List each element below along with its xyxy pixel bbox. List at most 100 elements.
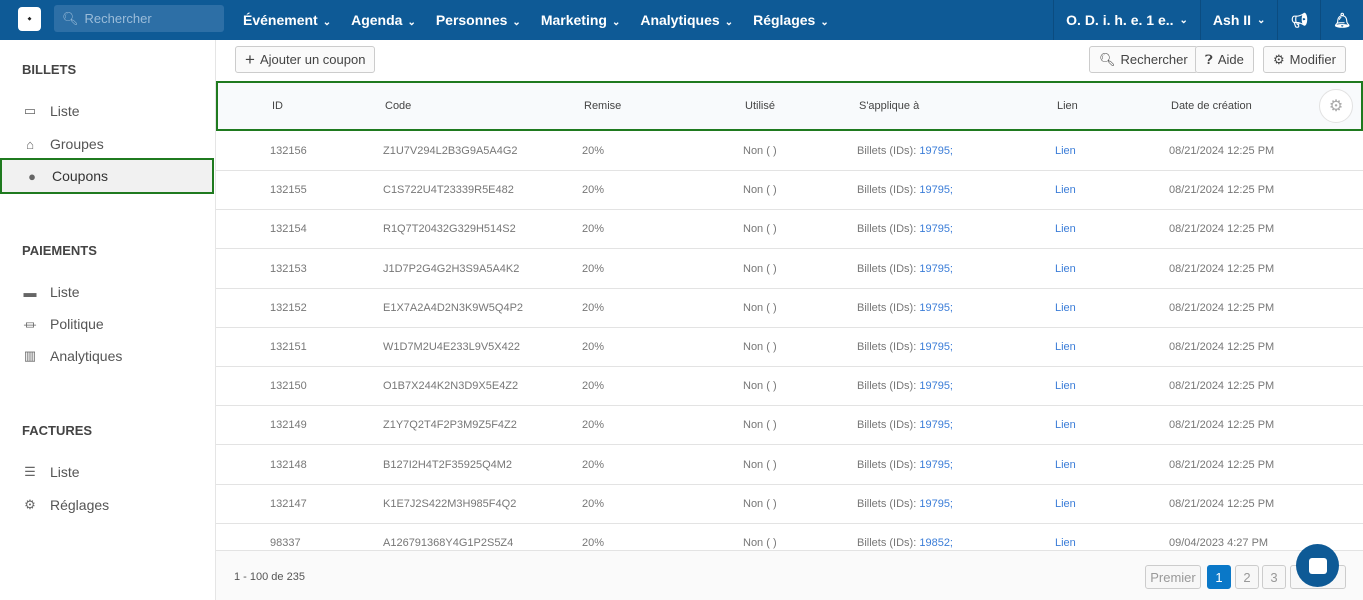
chevron-down-icon: ⌄ bbox=[512, 17, 521, 28]
table-cell: 20% bbox=[582, 223, 605, 236]
coupon-link[interactable]: Lien bbox=[1055, 459, 1076, 471]
table-cell: Z1Y7Q2T4F2P3M9Z5F4Z2 bbox=[383, 419, 517, 432]
table-row[interactable]: 132154 R1Q7T20432G329H514S2 20% Non ( ) Bill… bbox=[216, 210, 1363, 250]
table-cell: 132152 bbox=[270, 301, 307, 314]
column-header[interactable]: Utilisé bbox=[745, 100, 775, 112]
ticket-id-link[interactable]: 19795; bbox=[919, 184, 953, 196]
ticket-id-link[interactable]: 19795; bbox=[919, 459, 953, 471]
table-cell: Non ( ) bbox=[743, 458, 777, 471]
coupon-link[interactable]: Lien bbox=[1055, 537, 1076, 549]
page-3[interactable]: 3 bbox=[1262, 565, 1286, 589]
table-cell: Billets (IDs): 19795; bbox=[857, 341, 953, 353]
coupon-link[interactable]: Lien bbox=[1055, 341, 1076, 353]
column-header[interactable]: ID bbox=[272, 100, 283, 112]
nav-personnes[interactable]: Personnes ⌄ bbox=[436, 12, 521, 28]
bell-icon[interactable]: 🔔︎ bbox=[1320, 0, 1363, 40]
sidebar-item-groupes[interactable]: ⌂ Groupes bbox=[0, 126, 214, 162]
chat-icon bbox=[1308, 557, 1327, 574]
sidebar-item-politique[interactable]: ⏛ Politique bbox=[0, 306, 214, 342]
table-cell: 20% bbox=[582, 497, 605, 510]
ticket-id-link[interactable]: 19795; bbox=[919, 498, 953, 510]
table-cell: 08/21/2024 12:25 PM bbox=[1169, 262, 1275, 275]
ticket-id-link[interactable]: 19795; bbox=[919, 263, 953, 275]
global-search-input[interactable]: 🔍︎ Rechercher bbox=[54, 5, 224, 32]
coupon-icon: ● bbox=[28, 168, 36, 184]
page-2[interactable]: 2 bbox=[1235, 565, 1259, 589]
sidebar-item-analytiques[interactable]: ▥ Analytiques bbox=[0, 338, 214, 374]
megaphone-icon[interactable]: 📢︎ bbox=[1277, 0, 1320, 40]
page-premier[interactable]: Premier bbox=[1145, 565, 1201, 589]
help-button[interactable]: ❓︎ Aide bbox=[1195, 46, 1254, 73]
nav-événement[interactable]: Événement ⌄ bbox=[243, 12, 331, 28]
column-header[interactable]: Date de création bbox=[1171, 100, 1252, 112]
table-cell: 08/21/2024 12:25 PM bbox=[1169, 341, 1275, 353]
coupon-link[interactable]: Lien bbox=[1055, 498, 1076, 510]
sidebar-item-liste[interactable]: ☰ Liste bbox=[0, 454, 214, 490]
table-row[interactable]: 132153 J1D7P2G4G2H3S9A5A4K2 20% Non ( ) Bill… bbox=[216, 250, 1363, 289]
chat-button[interactable] bbox=[1296, 544, 1339, 587]
table-cell: Billets (IDs): 19795; bbox=[857, 497, 953, 510]
table-cell: Billets (IDs): 19795; bbox=[857, 145, 953, 157]
table-row[interactable]: 132148 B127I2H4T2F35925Q4M2 20% Non ( ) Bill… bbox=[216, 446, 1363, 485]
sidebar-item-liste[interactable]: ▬ Liste bbox=[0, 274, 214, 310]
table-cell: 132154 bbox=[270, 223, 307, 236]
chart-icon: ▥ bbox=[23, 348, 37, 363]
table-cell: Non ( ) bbox=[743, 537, 777, 549]
nav-agenda[interactable]: Agenda ⌄ bbox=[351, 12, 416, 28]
nav-analytiques[interactable]: Analytiques ⌄ bbox=[640, 12, 733, 28]
ticket-id-link[interactable]: 19795; bbox=[919, 302, 953, 314]
table-row[interactable]: 132150 O1B7X244K2N3D9X5E4Z2 20% Non ( ) Bill… bbox=[216, 367, 1363, 407]
sidebar-item-coupons[interactable]: ● Coupons bbox=[0, 158, 214, 194]
coupon-link[interactable]: Lien bbox=[1055, 380, 1076, 392]
ticket-id-link[interactable]: 19795; bbox=[919, 380, 953, 392]
column-settings-gear-icon[interactable]: ⚙ bbox=[1319, 89, 1353, 123]
table-row[interactable]: 132151 W1D7M2U4E233L9V5X422 20% Non ( ) Bill… bbox=[216, 328, 1363, 367]
table-row[interactable]: 132149 Z1Y7Q2T4F2P3M9Z5F4Z2 20% Non ( ) Bill… bbox=[216, 406, 1363, 446]
table-cell: O1B7X244K2N3D9X5E4Z2 bbox=[383, 380, 519, 393]
table-cell: 08/21/2024 12:25 PM bbox=[1169, 497, 1275, 510]
sidebar-item-réglages[interactable]: ⚙ Réglages bbox=[0, 487, 214, 523]
ticket-id-link[interactable]: 19852; bbox=[919, 537, 953, 549]
coupon-link[interactable]: Lien bbox=[1055, 263, 1076, 275]
ticket-id-link[interactable]: 19795; bbox=[919, 419, 953, 431]
table-cell: Billets (IDs): 19795; bbox=[857, 419, 953, 432]
coupon-link[interactable]: Lien bbox=[1055, 419, 1076, 431]
bank-icon: ⏛ bbox=[23, 317, 37, 333]
table-cell: Non ( ) bbox=[743, 497, 777, 510]
ticket-id-link[interactable]: 19795; bbox=[919, 145, 953, 157]
table-cell: J1D7P2G4G2H3S9A5A4K2 bbox=[383, 262, 520, 275]
table-row[interactable]: 132155 C1S722U4T23339R5E482 20% Non ( ) Bill… bbox=[216, 171, 1363, 211]
gear-icon: ⚙ bbox=[24, 497, 36, 512]
coupon-link[interactable]: Lien bbox=[1055, 302, 1076, 314]
sidebar-item-liste[interactable]: ▭ Liste bbox=[0, 93, 214, 129]
page-1[interactable]: 1 bbox=[1207, 565, 1231, 589]
edit-button[interactable]: ⚙ Modifier bbox=[1263, 46, 1346, 73]
add-coupon-button[interactable]: + Ajouter un coupon bbox=[235, 46, 376, 73]
coupon-link[interactable]: Lien bbox=[1055, 184, 1076, 196]
column-header[interactable]: Code bbox=[385, 100, 411, 112]
table-row[interactable]: 132147 K1E7J2S422M3H985F4Q2 20% Non ( ) Bill… bbox=[216, 485, 1363, 524]
user-menu[interactable]: Ash II ⌄ bbox=[1199, 0, 1278, 40]
table-cell: 20% bbox=[582, 145, 605, 157]
column-header[interactable]: Remise bbox=[584, 100, 621, 112]
search-button[interactable]: 🔍︎ Rechercher bbox=[1089, 46, 1198, 73]
ticket-id-link[interactable]: 19795; bbox=[919, 341, 953, 353]
table-cell: 09/04/2023 4:27 PM bbox=[1169, 537, 1269, 549]
gear-icon: ⚙ bbox=[1273, 51, 1285, 67]
table-row[interactable]: 132156 Z1U7V294L2B3G9A5A4G2 20% Non ( ) Bill… bbox=[216, 132, 1363, 171]
table-cell: 132148 bbox=[270, 458, 307, 471]
table-cell: 132149 bbox=[270, 419, 307, 432]
column-header[interactable]: S'applique à bbox=[859, 100, 919, 112]
table-cell: 20% bbox=[582, 341, 605, 353]
org-menu[interactable]: O. D. i. h. e. 1 e.. ⌄ bbox=[1053, 0, 1200, 40]
ticket-id-link[interactable]: 19795; bbox=[919, 223, 953, 235]
coupon-link[interactable]: Lien bbox=[1055, 145, 1076, 157]
table-row[interactable]: 132152 E1X7A2A4D2N3K9W5Q4P2 20% Non ( ) Bill… bbox=[216, 289, 1363, 328]
app-logo[interactable]: ◆ bbox=[18, 7, 41, 31]
nav-réglages[interactable]: Réglages ⌄ bbox=[753, 12, 829, 28]
coupon-link[interactable]: Lien bbox=[1055, 223, 1076, 235]
nav-marketing[interactable]: Marketing ⌄ bbox=[541, 12, 621, 28]
table-cell: Billets (IDs): 19852; bbox=[857, 537, 953, 549]
column-header[interactable]: Lien bbox=[1057, 100, 1078, 112]
table-cell: 08/21/2024 12:25 PM bbox=[1169, 184, 1275, 197]
